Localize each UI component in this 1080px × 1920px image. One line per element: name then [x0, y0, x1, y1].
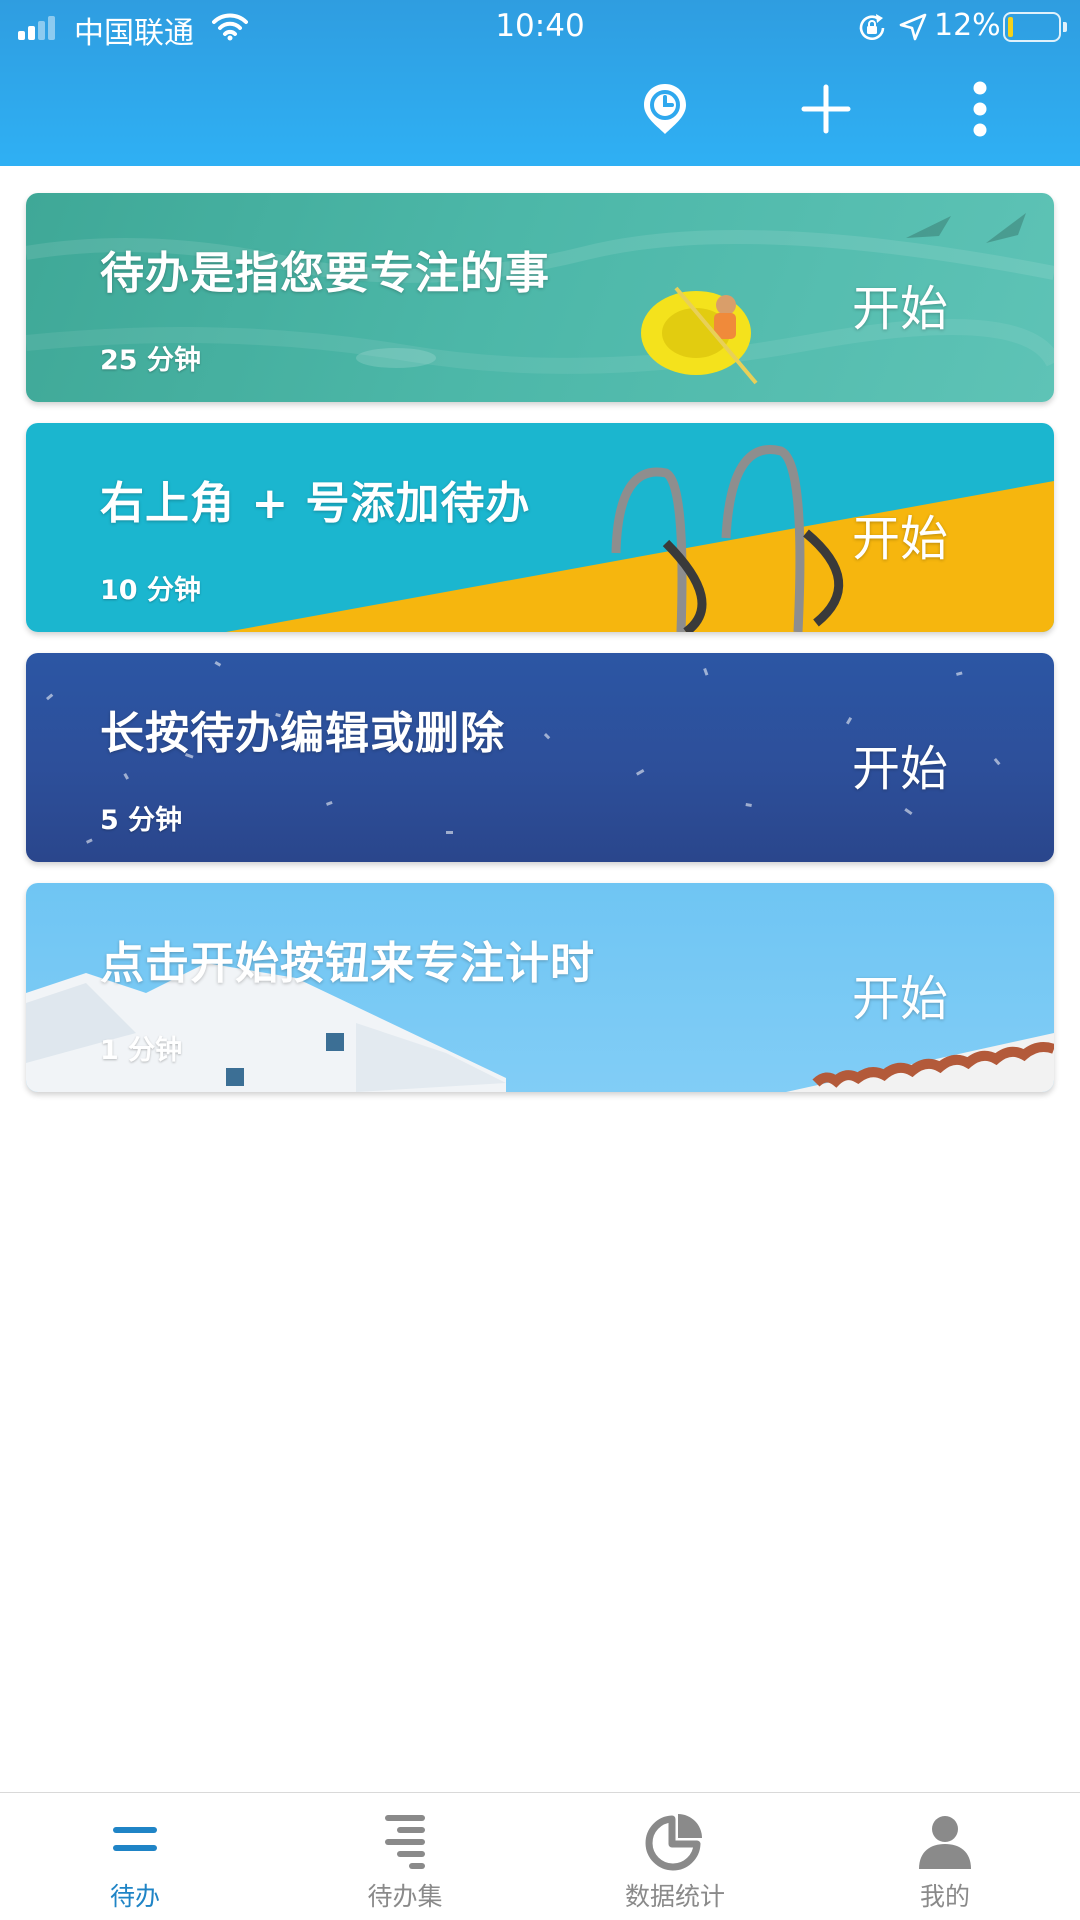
start-button[interactable]: 开始 [852, 729, 948, 799]
task-duration: 10 分钟 [100, 575, 201, 606]
start-button[interactable]: 开始 [852, 959, 948, 1029]
start-button[interactable]: 开始 [852, 269, 948, 339]
more-vertical-icon [973, 81, 987, 137]
status-bar: 中国联通 10:40 12% [0, 0, 1080, 56]
tab-statistics[interactable]: 数据统计 [540, 1793, 810, 1920]
task-title: 点击开始按钮来专注计时 [100, 938, 595, 989]
task-card[interactable]: 待办是指您要专注的事 25 分钟 开始 [26, 193, 1054, 402]
plus-icon [801, 84, 851, 134]
tab-profile[interactable]: 我的 [810, 1793, 1080, 1920]
rotation-lock-icon [859, 14, 885, 41]
task-title: 待办是指您要专注的事 [100, 248, 550, 299]
tab-label: 数据统计 [624, 1882, 725, 1911]
more-menu-button[interactable] [945, 74, 1015, 144]
profile-icon [919, 1816, 971, 1869]
app-header: 中国联通 10:40 12% [0, 0, 1080, 166]
tab-todo-sets[interactable]: 待办集 [270, 1793, 540, 1920]
todo-list-icon [385, 1815, 425, 1869]
task-duration: 25 分钟 [100, 345, 201, 376]
tab-label: 待办 [109, 1882, 160, 1911]
task-title: 长按待办编辑或删除 [100, 708, 505, 759]
location-arrow-icon [899, 13, 927, 41]
timer-pin-button[interactable] [630, 74, 700, 144]
task-duration: 1 分钟 [100, 1035, 183, 1066]
pie-chart-icon [645, 1814, 702, 1871]
task-list: 待办是指您要专注的事 25 分钟 开始 右上角 + 号添加待办 10 分钟 开始 [26, 193, 1054, 1113]
task-card[interactable]: 长按待办编辑或删除 5 分钟 开始 [26, 653, 1054, 862]
tab-label: 我的 [919, 1882, 970, 1911]
battery-percent: 12% [934, 8, 1001, 43]
add-task-button[interactable] [791, 74, 861, 144]
todo-icon [113, 1827, 157, 1851]
task-card[interactable]: 点击开始按钮来专注计时 1 分钟 开始 [26, 883, 1054, 1092]
task-duration: 5 分钟 [100, 805, 183, 836]
timer-pin-icon [644, 84, 686, 134]
tab-label: 待办集 [367, 1882, 443, 1911]
task-card[interactable]: 右上角 + 号添加待办 10 分钟 开始 [26, 423, 1054, 632]
task-title: 右上角 + 号添加待办 [100, 478, 531, 529]
toolbar [0, 56, 1080, 166]
tab-todo[interactable]: 待办 [0, 1793, 270, 1920]
battery-icon [1003, 12, 1067, 42]
start-button[interactable]: 开始 [852, 499, 948, 569]
bottom-tab-bar: 待办 待办集 数据统计 我的 [0, 1792, 1080, 1920]
